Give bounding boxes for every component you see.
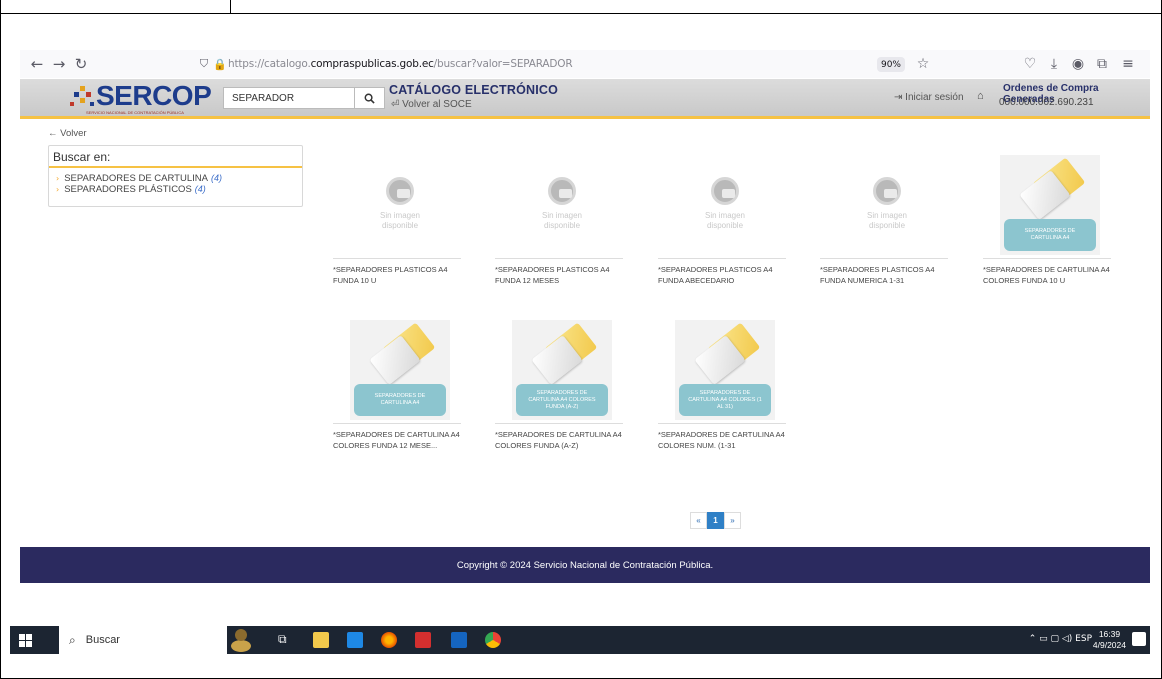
windows-logo-icon bbox=[18, 633, 32, 647]
camera-icon bbox=[722, 189, 735, 198]
reload-icon[interactable]: ↻ bbox=[70, 53, 92, 75]
search-icon bbox=[364, 93, 375, 104]
windows-start-button[interactable] bbox=[10, 626, 40, 654]
camera-icon bbox=[559, 189, 572, 198]
product-name[interactable]: *SEPARADORES DE CARTULINA A4 COLORES FUN… bbox=[983, 264, 1123, 286]
search-input[interactable]: SEPARADOR bbox=[223, 87, 355, 109]
filter-panel-title: Buscar en: bbox=[49, 146, 302, 168]
word-icon[interactable] bbox=[451, 632, 467, 648]
camera-icon bbox=[397, 189, 410, 198]
prev-page-button[interactable]: « bbox=[690, 512, 707, 529]
product-card[interactable]: SEPARADORES DE CARTULINA A4 *SEPARADORES… bbox=[983, 155, 1123, 286]
search-icon: ⌕ bbox=[69, 632, 76, 647]
url-text: https://catalogo.compraspublicas.gob.ec/… bbox=[228, 58, 573, 70]
product-card[interactable]: SEPARADORES DE CARTULINA A4 *SEPARADORES… bbox=[333, 320, 473, 451]
no-image-placeholder: Sin imagen disponible bbox=[350, 155, 450, 255]
chevron-right-icon: › bbox=[56, 174, 60, 183]
filter-item-cartulina[interactable]: › SEPARADORES DE CARTULINA (4) bbox=[56, 173, 295, 184]
shield-icon[interactable]: ⛉ bbox=[196, 53, 212, 75]
back-to-soce-link[interactable]: ⏎ Volver al SOCE bbox=[391, 99, 472, 110]
sercop-logo[interactable]: SERCOP SERVICIO NACIONAL DE CONTRATACIÓN… bbox=[68, 80, 228, 116]
search-button[interactable] bbox=[355, 87, 385, 109]
acrobat-icon[interactable] bbox=[415, 632, 431, 648]
file-explorer-icon[interactable] bbox=[313, 632, 329, 648]
account-icon[interactable]: ◉ bbox=[1068, 54, 1088, 74]
product-image[interactable]: SEPARADORES DE CARTULINA A4 bbox=[1000, 155, 1100, 255]
language-indicator[interactable]: ESP bbox=[1075, 634, 1092, 644]
product-card[interactable]: SEPARADORES DE CARTULINA A4 COLORES FUND… bbox=[495, 320, 635, 451]
product-card[interactable]: Sin imagen disponible *SEPARADORES PLASTI… bbox=[658, 155, 798, 286]
zoom-level[interactable]: 90% bbox=[877, 57, 905, 72]
extensions-icon[interactable]: ⧉ bbox=[1092, 54, 1112, 74]
login-icon: ⇥ bbox=[894, 92, 906, 103]
task-view-icon[interactable]: ⧉ bbox=[278, 632, 294, 648]
home-icon[interactable]: ⌂ bbox=[977, 90, 984, 102]
page-1-button[interactable]: 1 bbox=[707, 512, 724, 529]
taskbar-search[interactable]: ⌕ Buscar bbox=[59, 626, 227, 654]
login-link[interactable]: ⇥ Iniciar sesión bbox=[894, 92, 964, 103]
product-name[interactable]: *SEPARADORES DE CARTULINA A4 COLORES FUN… bbox=[333, 429, 473, 451]
address-bar[interactable]: ⛉ 🔒 https://catalogo.compraspublicas.gob… bbox=[196, 54, 920, 74]
chevron-right-icon: › bbox=[56, 185, 60, 194]
product-card[interactable]: SEPARADORES DE CARTULINA A4 COLORES (1 A… bbox=[658, 320, 798, 451]
menu-icon[interactable]: ≡ bbox=[1118, 54, 1138, 74]
next-page-button[interactable]: » bbox=[724, 512, 741, 529]
windows-taskbar: ⌕ Buscar ⧉ ⌃ ▭ ▢ ◁) ESP 16:39 4/9/2024 bbox=[10, 626, 1150, 654]
product-card[interactable]: Sin imagen disponible *SEPARADORES PLASTI… bbox=[820, 155, 960, 286]
site-header: SERCOP SERVICIO NACIONAL DE CONTRATACIÓN… bbox=[20, 79, 1150, 119]
pagination: « 1 » bbox=[690, 512, 741, 529]
no-image-placeholder: Sin imagen disponible bbox=[512, 155, 612, 255]
no-image-placeholder: Sin imagen disponible bbox=[837, 155, 937, 255]
back-link[interactable]: ← Volver bbox=[48, 128, 87, 139]
search-highlight-icon[interactable] bbox=[228, 626, 254, 654]
system-tray[interactable]: ⌃ ▭ ▢ ◁) ESP bbox=[1029, 634, 1092, 644]
site-footer: Copyright © 2024 Servicio Nacional de Co… bbox=[20, 547, 1150, 583]
logo-text: SERCOP bbox=[96, 80, 212, 111]
notification-icon[interactable] bbox=[1132, 632, 1146, 646]
product-card[interactable]: Sin imagen disponible *SEPARADORES PLASTI… bbox=[333, 155, 473, 286]
product-name[interactable]: *SEPARADORES DE CARTULINA A4 COLORES NUM… bbox=[658, 429, 798, 451]
clock[interactable]: 16:39 4/9/2024 bbox=[1093, 629, 1126, 651]
top-border bbox=[231, 13, 1162, 14]
filter-panel: Buscar en: › SEPARADORES DE CARTULINA (4… bbox=[48, 145, 303, 207]
back-arrow-icon[interactable]: ← bbox=[26, 53, 48, 75]
product-image[interactable]: SEPARADORES DE CARTULINA A4 COLORES (1 A… bbox=[675, 320, 775, 420]
product-name[interactable]: *SEPARADORES PLASTICOS A4 FUNDA ABECEDAR… bbox=[658, 264, 798, 286]
top-cell bbox=[0, 0, 231, 14]
filter-item-plasticos[interactable]: › SEPARADORES PLÁSTICOS (4) bbox=[56, 184, 295, 195]
chrome-icon[interactable] bbox=[485, 632, 501, 648]
bookmark-star-icon[interactable]: ☆ bbox=[913, 54, 933, 74]
exit-icon: ⏎ bbox=[391, 99, 403, 110]
product-name[interactable]: *SEPARADORES PLASTICOS A4 FUNDA NUMERICA… bbox=[820, 264, 960, 286]
orders-number: 000.000.002.690.231 bbox=[999, 97, 1094, 108]
logo-subtitle: SERVICIO NACIONAL DE CONTRATACIÓN PÚBLIC… bbox=[86, 110, 184, 115]
firefox-icon[interactable] bbox=[381, 632, 397, 648]
browser-toolbar: ← → ↻ ⛉ 🔒 https://catalogo.compraspublic… bbox=[20, 50, 1150, 78]
product-image[interactable]: SEPARADORES DE CARTULINA A4 COLORES FUND… bbox=[512, 320, 612, 420]
download-icon[interactable]: ⤓ bbox=[1044, 54, 1064, 74]
forward-arrow-icon[interactable]: → bbox=[48, 53, 70, 75]
no-image-placeholder: Sin imagen disponible bbox=[675, 155, 775, 255]
product-card[interactable]: Sin imagen disponible *SEPARADORES PLASTI… bbox=[495, 155, 635, 286]
product-image[interactable]: SEPARADORES DE CARTULINA A4 bbox=[350, 320, 450, 420]
copyright-text: Copyright © 2024 Servicio Nacional de Co… bbox=[456, 559, 714, 571]
product-name[interactable]: *SEPARADORES PLASTICOS A4 FUNDA 10 U bbox=[333, 264, 473, 286]
outlook-icon[interactable] bbox=[347, 632, 363, 648]
pocket-icon[interactable]: ♡ bbox=[1020, 54, 1040, 74]
product-name[interactable]: *SEPARADORES PLASTICOS A4 FUNDA 12 MESES bbox=[495, 264, 635, 286]
product-name[interactable]: *SEPARADORES DE CARTULINA A4 COLORES FUN… bbox=[495, 429, 635, 451]
camera-icon bbox=[884, 189, 897, 198]
left-arrow-icon: ← bbox=[48, 128, 61, 139]
catalog-title: CATÁLOGO ELECTRÓNICO bbox=[389, 83, 559, 97]
lock-icon[interactable]: 🔒 bbox=[212, 53, 228, 75]
